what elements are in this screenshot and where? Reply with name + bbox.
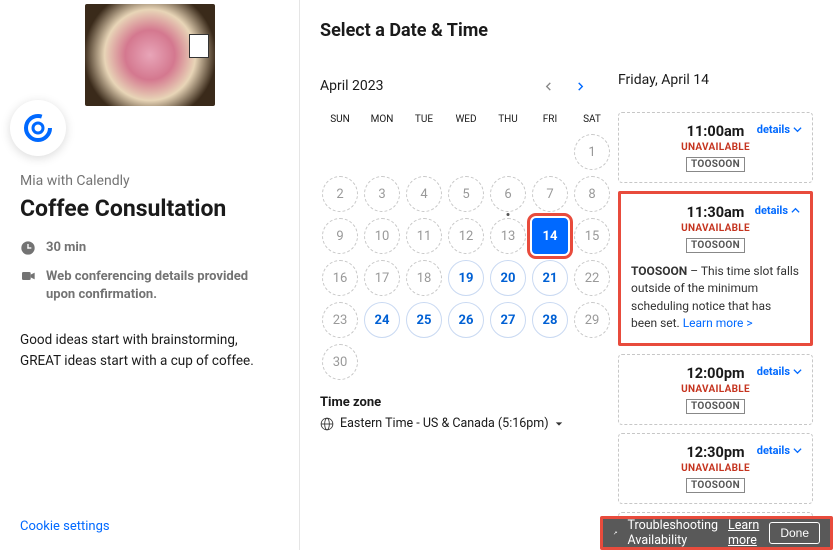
calendar-day[interactable]: 15 (574, 218, 610, 254)
globe-icon (320, 417, 334, 431)
event-hero-image (85, 4, 215, 106)
slot-reason-badge: TOOSOON (686, 399, 745, 414)
calendar-day-available[interactable]: 21 (532, 260, 568, 296)
wrench-icon (613, 525, 618, 541)
footer-text: Troubleshooting Availability (628, 518, 718, 548)
learn-more-link[interactable]: Learn more > (683, 316, 753, 330)
timezone-selector[interactable]: Eastern Time - US & Canada (5:16pm) (320, 416, 600, 431)
calendly-icon (22, 112, 54, 144)
slot-reason-badge: TOOSOON (686, 157, 745, 172)
time-slot[interactable]: 11:00am details UNAVAILABLE TOOSOON (618, 112, 813, 183)
calendar-day[interactable]: 18 (406, 260, 442, 296)
cookie-settings-link[interactable]: Cookie settings (20, 519, 110, 534)
slot-status: UNAVAILABLE (629, 384, 802, 395)
calendar-day-available[interactable]: 28 (532, 302, 568, 338)
calendar-day-available[interactable]: 24 (364, 302, 400, 338)
chevron-down-icon (793, 367, 802, 376)
slot-time: 11:30am (687, 204, 745, 221)
calendar-day[interactable]: 17 (364, 260, 400, 296)
calendar-day[interactable]: 16 (322, 260, 358, 296)
calendar-day[interactable]: 3 (364, 176, 400, 212)
calendly-logo-badge (10, 100, 66, 156)
calendar-day-available[interactable]: 19 (448, 260, 484, 296)
calendar-day[interactable]: 9 (322, 218, 358, 254)
calendar-day[interactable]: 13 (490, 218, 526, 254)
slot-time: 11:00am (687, 123, 745, 140)
calendar-day-available[interactable]: 25 (406, 302, 442, 338)
dow-header: FRI (530, 110, 570, 129)
calendar-day[interactable]: 11 (406, 218, 442, 254)
duration-text: 30 min (46, 240, 86, 255)
slot-reason-badge: TOOSOON (686, 238, 745, 253)
time-slots-column: Friday, April 14 11:00am details UNAVAIL… (600, 20, 833, 550)
caret-down-icon (555, 420, 563, 428)
dow-header: SUN (320, 110, 360, 129)
dow-header: TUE (404, 110, 444, 129)
clock-icon (20, 240, 36, 256)
timezone-value: Eastern Time - US & Canada (5:16pm) (340, 416, 549, 431)
page-heading: Select a Date & Time (320, 20, 488, 41)
slot-explanation: TOOSOON – This time slot falls outside o… (631, 263, 800, 333)
calendar-day[interactable]: 4 (406, 176, 442, 212)
chevron-right-icon (576, 82, 585, 91)
left-panel: Mia with Calendly Coffee Consultation 30… (0, 0, 300, 550)
calendar-grid: SUN MON TUE WED THU FRI SAT 1 2 3 4 5 6 … (320, 110, 600, 381)
calendar-day[interactable]: 5 (448, 176, 484, 212)
slot-status: UNAVAILABLE (629, 463, 802, 474)
event-title: Coffee Consultation (20, 195, 279, 222)
slot-time: 12:30pm (686, 444, 744, 461)
done-button[interactable]: Done (769, 522, 820, 544)
calendar-day[interactable]: 10 (364, 218, 400, 254)
footer-learn-more-link[interactable]: Learn more (728, 518, 759, 548)
slot-reason-badge: TOOSOON (686, 478, 745, 493)
slot-status: UNAVAILABLE (631, 223, 800, 234)
calendar-day[interactable]: 7 (532, 176, 568, 212)
calendar-day[interactable]: 23 (322, 302, 358, 338)
calendar-day-available[interactable]: 26 (448, 302, 484, 338)
right-panel: Select a Date & Time April 2023 SUN MON … (300, 0, 833, 550)
calendar-day[interactable]: 22 (574, 260, 610, 296)
location-text: Web conferencing details provided upon c… (46, 268, 279, 304)
time-slot-expanded[interactable]: 11:30am details UNAVAILABLE TOOSOON TOOS… (618, 191, 813, 346)
chevron-down-icon (793, 446, 802, 455)
duration-row: 30 min (20, 240, 279, 256)
chevron-down-icon (793, 125, 802, 134)
calendar-day[interactable]: 8 (574, 176, 610, 212)
calendar-day[interactable]: 29 (574, 302, 610, 338)
slot-status: UNAVAILABLE (629, 142, 802, 153)
prev-month-button[interactable] (534, 72, 562, 100)
dow-header: THU (488, 110, 528, 129)
slot-details-toggle[interactable]: details (757, 123, 802, 136)
location-row: Web conferencing details provided upon c… (20, 268, 279, 304)
timezone-label: Time zone (320, 395, 600, 410)
slot-details-toggle[interactable]: details (757, 365, 802, 378)
calendar-day-available[interactable]: 20 (490, 260, 526, 296)
event-description: Good ideas start with brainstorming, GRE… (20, 330, 279, 371)
time-slot[interactable]: 12:00pm details UNAVAILABLE TOOSOON (618, 354, 813, 425)
video-icon (20, 268, 36, 284)
calendar-day[interactable]: 6 (490, 176, 526, 212)
calendar-day[interactable]: 2 (322, 176, 358, 212)
slot-details-toggle[interactable]: details (757, 444, 802, 457)
slot-time: 12:00pm (686, 365, 744, 382)
chevron-left-icon (544, 82, 553, 91)
dow-header: MON (362, 110, 402, 129)
calendar-day[interactable]: 12 (448, 218, 484, 254)
calendar-day[interactable]: 1 (574, 134, 610, 170)
calendar-day[interactable]: 30 (322, 344, 358, 380)
calendar-column: April 2023 SUN MON TUE WED THU FRI SAT 1… (300, 20, 600, 550)
host-name: Mia with Calendly (20, 173, 279, 189)
selected-date-label: Friday, April 14 (618, 72, 813, 88)
calendar-day-selected[interactable]: 14 (532, 218, 568, 254)
troubleshoot-footer: Troubleshooting Availability Learn more … (600, 516, 833, 550)
chevron-up-icon (791, 206, 800, 215)
next-month-button[interactable] (566, 72, 594, 100)
time-slot[interactable]: 12:30pm details UNAVAILABLE TOOSOON (618, 433, 813, 504)
dow-header: WED (446, 110, 486, 129)
slot-details-toggle[interactable]: details (755, 204, 800, 217)
calendar-month-label: April 2023 (320, 78, 384, 94)
calendar-day-available[interactable]: 27 (490, 302, 526, 338)
